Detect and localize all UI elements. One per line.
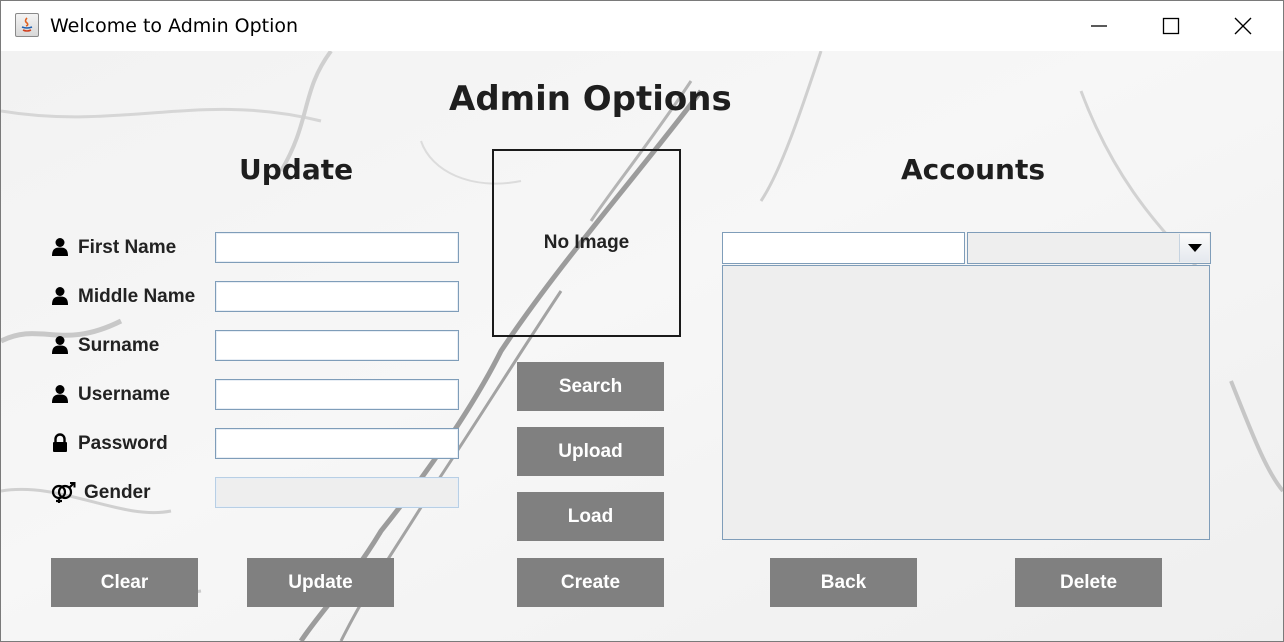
dropdown-arrow-button[interactable] — [1179, 234, 1209, 262]
java-app-icon — [15, 13, 39, 37]
middle-name-field[interactable] — [215, 281, 459, 312]
maximize-button[interactable] — [1135, 1, 1207, 51]
first-name-label-text: First Name — [78, 237, 177, 258]
update-heading: Update — [239, 153, 354, 186]
gender-field[interactable] — [215, 477, 459, 508]
user-icon — [51, 286, 71, 308]
maximize-icon — [1162, 17, 1180, 35]
title-bar[interactable]: Welcome to Admin Option — [1, 1, 1283, 51]
window-title: Welcome to Admin Option — [50, 15, 299, 37]
clear-button[interactable]: Clear — [51, 558, 198, 607]
accounts-search-field[interactable] — [722, 232, 965, 264]
gender-label: Gender — [51, 480, 151, 506]
accounts-filter-dropdown[interactable] — [967, 232, 1211, 264]
no-image-text: No Image — [543, 232, 630, 253]
minimize-button[interactable] — [1063, 1, 1135, 51]
close-button[interactable] — [1207, 1, 1279, 51]
gender-icon — [51, 482, 77, 504]
delete-button[interactable]: Delete — [1015, 558, 1162, 607]
gender-label-text: Gender — [84, 482, 151, 503]
load-button[interactable]: Load — [517, 492, 664, 541]
username-label-text: Username — [78, 384, 170, 405]
accounts-table[interactable] — [722, 265, 1210, 540]
image-preview: No Image — [492, 149, 681, 337]
surname-label-text: Surname — [78, 335, 160, 356]
surname-label: Surname — [51, 333, 159, 359]
close-icon — [1234, 17, 1252, 35]
accounts-heading: Accounts — [901, 153, 1046, 186]
username-field[interactable] — [215, 379, 459, 410]
admin-option-window: Welcome to Admin Option Admin Options Up… — [0, 0, 1284, 642]
middle-name-label: Middle Name — [51, 284, 195, 310]
back-button[interactable]: Back — [770, 558, 917, 607]
password-field[interactable] — [215, 428, 459, 459]
user-icon — [51, 335, 71, 357]
first-name-field[interactable] — [215, 232, 459, 263]
middle-name-label-text: Middle Name — [78, 286, 196, 307]
search-button[interactable]: Search — [517, 362, 664, 411]
chevron-down-icon — [1188, 244, 1202, 252]
password-label-text: Password — [78, 433, 168, 454]
user-icon — [51, 384, 71, 406]
create-button[interactable]: Create — [517, 558, 664, 607]
lock-icon — [51, 433, 71, 455]
password-label: Password — [51, 431, 168, 457]
first-name-label: First Name — [51, 235, 176, 261]
page-title: Admin Options — [449, 79, 732, 119]
upload-button[interactable]: Upload — [517, 427, 664, 476]
user-icon — [51, 237, 71, 259]
minimize-icon — [1091, 25, 1107, 27]
update-button[interactable]: Update — [247, 558, 394, 607]
surname-field[interactable] — [215, 330, 459, 361]
username-label: Username — [51, 382, 170, 408]
content-pane: Admin Options Update Accounts First Name… — [1, 51, 1283, 641]
